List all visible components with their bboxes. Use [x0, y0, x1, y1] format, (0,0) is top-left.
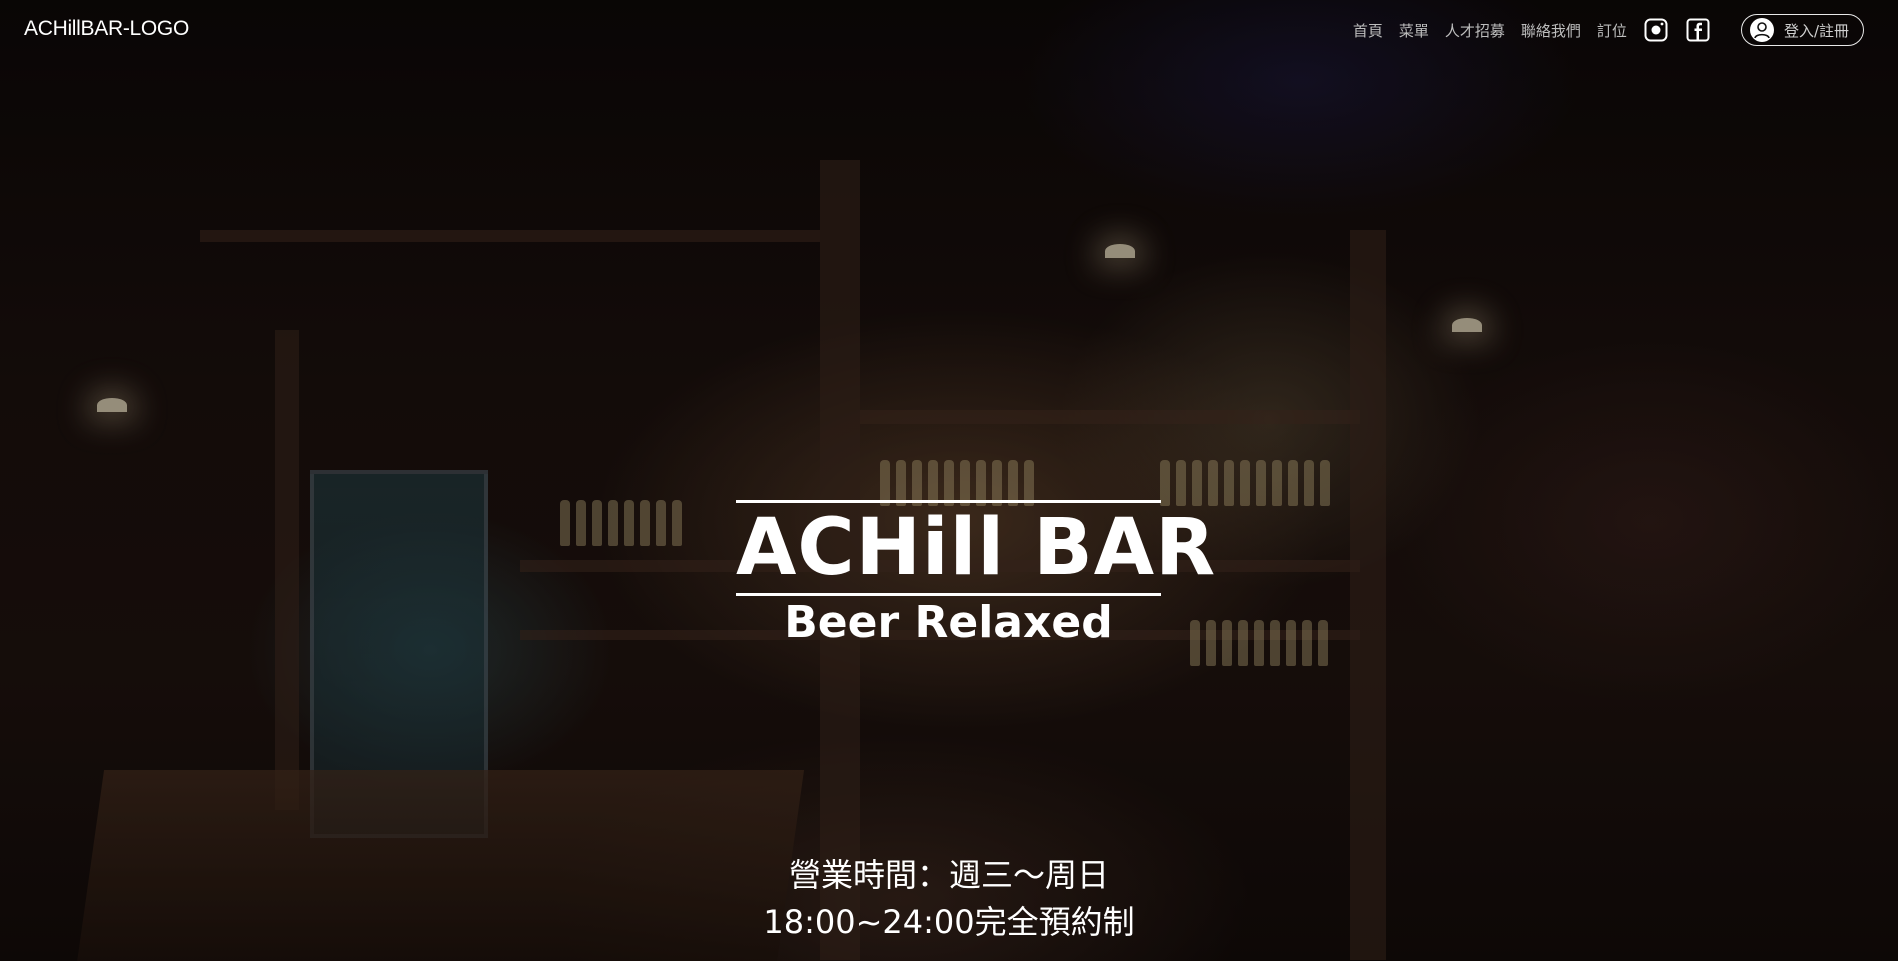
top-navbar: ACHillBAR-LOGO 首頁 菜單 人才招募 聯絡我們 訂位 登入/註冊 — [0, 0, 1898, 60]
login-register-label: 登入/註冊 — [1783, 21, 1849, 40]
user-avatar-icon — [1749, 18, 1774, 42]
login-register-button[interactable]: 登入/註冊 — [1740, 14, 1864, 46]
title-bottom-rule — [736, 593, 1161, 596]
nav-item-menu[interactable]: 菜單 — [1399, 20, 1429, 41]
opening-time: 18:00~24:00完全預約制 — [763, 903, 1135, 941]
nav-item-home[interactable]: 首頁 — [1353, 20, 1383, 41]
nav-item-reservation[interactable]: 訂位 — [1597, 20, 1627, 41]
nav-item-contact[interactable]: 聯絡我們 — [1521, 20, 1581, 41]
hero-title: ACHill BAR — [736, 503, 1217, 593]
main-nav: 首頁 菜單 人才招募 聯絡我們 訂位 登入/註冊 — [1353, 14, 1864, 46]
hero-background — [0, 0, 1898, 961]
instagram-icon[interactable] — [1643, 17, 1669, 43]
facebook-icon[interactable] — [1685, 17, 1711, 43]
opening-days: 營業時間：週三～周日 — [788, 856, 1109, 894]
opening-hours: 營業時間：週三～周日 18:00~24:00完全預約制 — [649, 852, 1249, 946]
hero-title-block: ACHill BAR Beer Relaxed — [736, 500, 1217, 648]
site-logo[interactable]: ACHillBAR-LOGO — [24, 17, 189, 41]
nav-item-careers[interactable]: 人才招募 — [1445, 20, 1505, 41]
hero-subtitle: Beer Relaxed — [784, 597, 1113, 648]
